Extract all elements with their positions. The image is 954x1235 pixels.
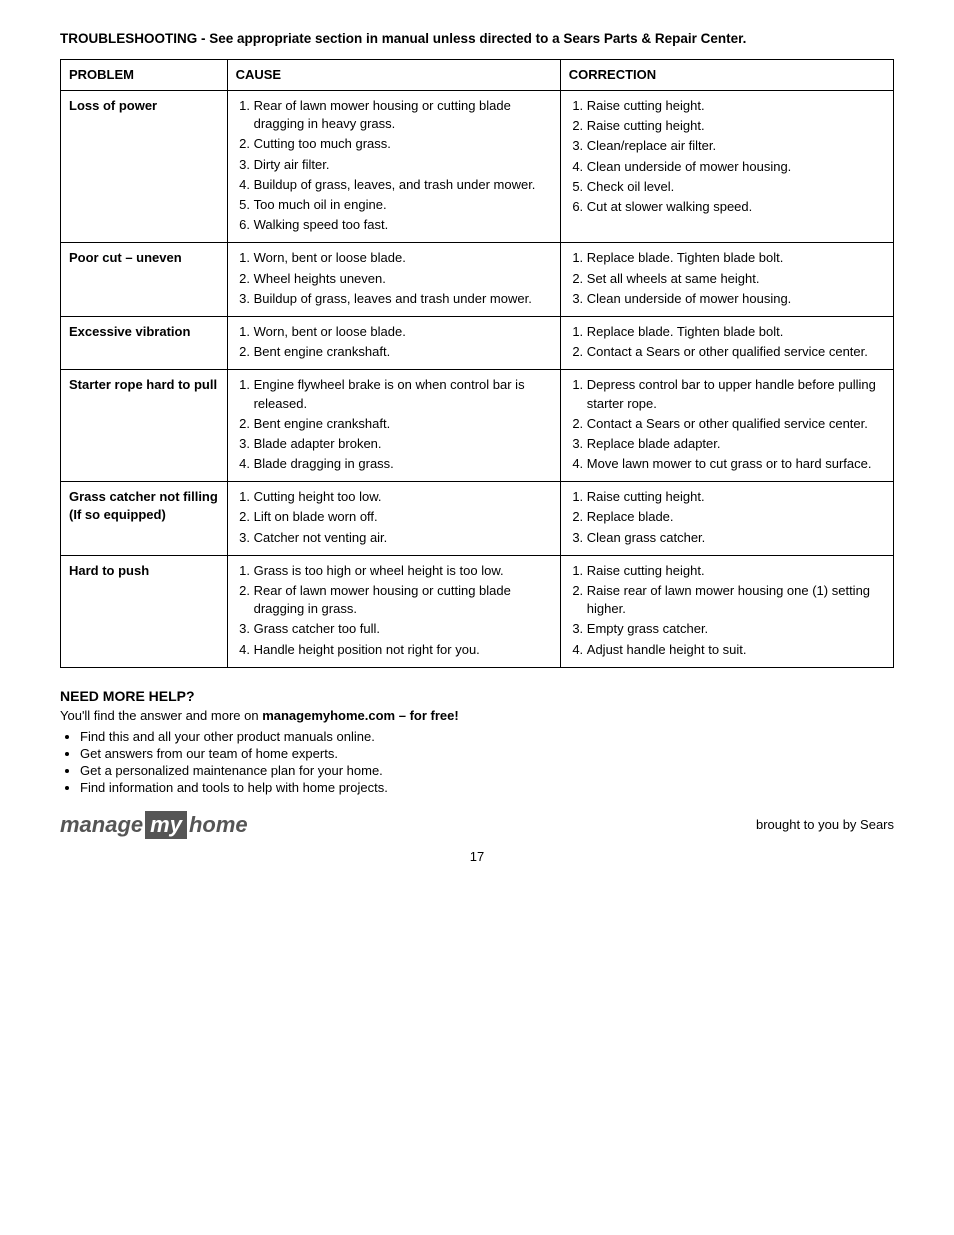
need-more-heading: NEED MORE HELP?	[60, 688, 894, 704]
correction-item: Raise cutting height.	[587, 562, 885, 580]
intro-text: TROUBLESHOOTING - See appropriate sectio…	[60, 30, 894, 49]
cause-item: Engine flywheel brake is on when control…	[254, 376, 552, 412]
cause-item: Grass catcher too full.	[254, 620, 552, 638]
logo-my: my	[145, 811, 187, 839]
cause-item: Blade dragging in grass.	[254, 455, 552, 473]
need-more-bullet-0: Find this and all your other product man…	[80, 729, 894, 744]
cause-item: Walking speed too fast.	[254, 216, 552, 234]
correction-cell-5: Raise cutting height. Raise rear of lawn …	[560, 555, 893, 667]
cause-item: Rear of lawn mower housing or cutting bl…	[254, 582, 552, 618]
correction-item: Cut at slower walking speed.	[587, 198, 885, 216]
cause-item: Handle height position not right for you…	[254, 641, 552, 659]
problem-cell-5: Hard to push	[61, 555, 228, 667]
cause-item: Rear of lawn mower housing or cutting bl…	[254, 97, 552, 133]
correction-item: Raise cutting height.	[587, 97, 885, 115]
correction-item: Clean grass catcher.	[587, 529, 885, 547]
correction-item: Clean underside of mower housing.	[587, 290, 885, 308]
need-more-bullets: Find this and all your other product man…	[60, 729, 894, 795]
troubleshooting-table: PROBLEM CAUSE CORRECTION Loss of power Re…	[60, 59, 894, 668]
cause-cell-1: Worn, bent or loose blade. Wheel heights …	[227, 243, 560, 317]
cause-item: Too much oil in engine.	[254, 196, 552, 214]
correction-item: Replace blade adapter.	[587, 435, 885, 453]
cause-cell-3: Engine flywheel brake is on when control…	[227, 370, 560, 482]
cause-item: Buildup of grass, leaves and trash under…	[254, 290, 552, 308]
correction-cell-3: Depress control bar to upper handle befo…	[560, 370, 893, 482]
correction-item: Contact a Sears or other qualified servi…	[587, 343, 885, 361]
correction-item: Raise cutting height.	[587, 117, 885, 135]
correction-item: Replace blade.	[587, 508, 885, 526]
cause-item: Cutting height too low.	[254, 488, 552, 506]
correction-cell-2: Replace blade. Tighten blade bolt. Contac…	[560, 316, 893, 369]
footer: manage my home brought to you by Sears	[60, 811, 894, 839]
need-more-bullet-2: Get a personalized maintenance plan for …	[80, 763, 894, 778]
problem-cell-2: Excessive vibration	[61, 316, 228, 369]
cause-item: Bent engine crankshaft.	[254, 343, 552, 361]
col-correction: CORRECTION	[560, 59, 893, 90]
cause-item: Cutting too much grass.	[254, 135, 552, 153]
need-more-text: You'll find the answer and more on manag…	[60, 708, 894, 723]
manage-my-home-logo: manage my home	[60, 811, 248, 839]
correction-cell-4: Raise cutting height. Replace blade. Clean…	[560, 482, 893, 556]
cause-item: Grass is too high or wheel height is too…	[254, 562, 552, 580]
correction-item: Check oil level.	[587, 178, 885, 196]
cause-item: Buildup of grass, leaves, and trash unde…	[254, 176, 552, 194]
problem-cell-4: Grass catcher not filling (If so equippe…	[61, 482, 228, 556]
cause-item: Blade adapter broken.	[254, 435, 552, 453]
correction-cell-1: Replace blade. Tighten blade bolt. Set al…	[560, 243, 893, 317]
brought-by-text: brought to you by Sears	[756, 817, 894, 832]
correction-item: Replace blade. Tighten blade bolt.	[587, 323, 885, 341]
col-problem: PROBLEM	[61, 59, 228, 90]
problem-cell-3: Starter rope hard to pull	[61, 370, 228, 482]
cause-item: Worn, bent or loose blade.	[254, 249, 552, 267]
need-more-bullet-3: Find information and tools to help with …	[80, 780, 894, 795]
logo-home: home	[189, 812, 248, 838]
cause-cell-5: Grass is too high or wheel height is too…	[227, 555, 560, 667]
correction-item: Move lawn mower to cut grass or to hard …	[587, 455, 885, 473]
need-more-help-section: NEED MORE HELP? You'll find the answer a…	[60, 688, 894, 795]
correction-item: Contact a Sears or other qualified servi…	[587, 415, 885, 433]
correction-item: Empty grass catcher.	[587, 620, 885, 638]
correction-item: Adjust handle height to suit.	[587, 641, 885, 659]
correction-item: Raise rear of lawn mower housing one (1)…	[587, 582, 885, 618]
correction-cell-0: Raise cutting height. Raise cutting heigh…	[560, 91, 893, 243]
correction-item: Raise cutting height.	[587, 488, 885, 506]
col-cause: CAUSE	[227, 59, 560, 90]
page-number: 17	[60, 849, 894, 864]
logo-manage: manage	[60, 812, 143, 838]
cause-item: Dirty air filter.	[254, 156, 552, 174]
correction-item: Clean/replace air filter.	[587, 137, 885, 155]
correction-item: Depress control bar to upper handle befo…	[587, 376, 885, 412]
problem-cell-0: Loss of power	[61, 91, 228, 243]
cause-item: Bent engine crankshaft.	[254, 415, 552, 433]
cause-cell-2: Worn, bent or loose blade. Bent engine cr…	[227, 316, 560, 369]
correction-item: Set all wheels at same height.	[587, 270, 885, 288]
cause-item: Worn, bent or loose blade.	[254, 323, 552, 341]
cause-cell-0: Rear of lawn mower housing or cutting bl…	[227, 91, 560, 243]
correction-item: Replace blade. Tighten blade bolt.	[587, 249, 885, 267]
correction-item: Clean underside of mower housing.	[587, 158, 885, 176]
need-more-bullet-1: Get answers from our team of home expert…	[80, 746, 894, 761]
cause-cell-4: Cutting height too low. Lift on blade wor…	[227, 482, 560, 556]
cause-item: Wheel heights uneven.	[254, 270, 552, 288]
problem-cell-1: Poor cut – uneven	[61, 243, 228, 317]
cause-item: Lift on blade worn off.	[254, 508, 552, 526]
cause-item: Catcher not venting air.	[254, 529, 552, 547]
